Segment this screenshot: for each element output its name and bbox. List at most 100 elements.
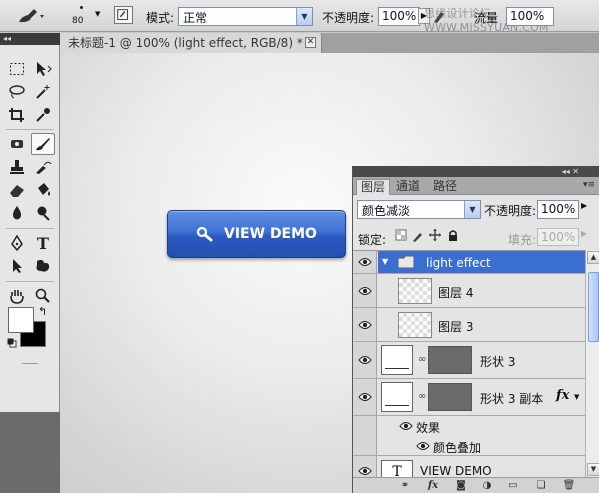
layer-row[interactable]: 图层 3 [353, 308, 585, 342]
eye-icon[interactable] [358, 466, 372, 476]
lock-image-pixels-icon[interactable] [412, 229, 424, 242]
adjustment-layer-icon[interactable]: ◑ [479, 479, 495, 493]
layer-name: 图层 3 [438, 320, 474, 334]
mode-value: 正常 [183, 11, 208, 25]
pen-tool-icon[interactable] [5, 232, 29, 254]
opacity-label: 不透明度: [322, 11, 375, 25]
history-brush-tool-icon[interactable] [31, 156, 55, 178]
default-colors-icon[interactable] [7, 338, 17, 348]
toolbox-collapse[interactable]: ◂◂ [0, 33, 60, 45]
brush-size-value: 80 [72, 16, 84, 26]
chevron-down-icon[interactable]: ▼ [574, 393, 579, 401]
fill-slider-button[interactable]: ▶ [581, 229, 587, 238]
vector-mask-thumbnail [428, 383, 472, 411]
add-mask-icon[interactable]: ◙ [453, 479, 469, 493]
new-group-icon[interactable]: ▭ [505, 479, 521, 493]
effect-name: 颜色叠加 [433, 441, 482, 455]
layer-row[interactable]: ∞ 形状 3 [353, 342, 585, 379]
lock-position-icon[interactable] [429, 229, 441, 242]
scroll-down-icon[interactable]: ▼ [587, 463, 599, 476]
panel-menu-icon[interactable]: ▾≡ [583, 180, 595, 190]
layer-row-body: 图层 3 [378, 308, 585, 341]
crop-tool-icon[interactable] [5, 104, 29, 126]
clone-stamp-tool-icon[interactable] [5, 156, 29, 178]
toggle-brush-panel-icon[interactable] [114, 6, 133, 24]
layer-row[interactable]: ∞ 形状 3 副本 fx ▼ [353, 379, 585, 416]
tool-divider [6, 228, 54, 229]
group-expand-arrow-icon[interactable]: ▼ [382, 257, 388, 266]
eye-icon[interactable] [358, 355, 372, 365]
layer-row-group[interactable]: ▼ light effect [353, 251, 585, 274]
move-tool-icon[interactable] [31, 58, 55, 80]
tab-channels[interactable]: 通道 [392, 179, 424, 195]
brush-tool-icon[interactable] [31, 133, 55, 155]
eye-icon[interactable] [358, 286, 372, 296]
scroll-up-icon[interactable]: ▲ [587, 251, 599, 264]
eye-icon[interactable] [416, 441, 430, 451]
effects-label: 效果 [416, 421, 441, 435]
blend-mode-select[interactable]: 颜色减淡 ▼ [357, 200, 481, 219]
trash-icon[interactable]: 🗑 [561, 479, 577, 493]
tab-layers[interactable]: 图层 [356, 179, 391, 195]
path-selection-tool-icon[interactable] [5, 255, 29, 277]
layer-opacity-input[interactable]: 100% [537, 200, 579, 219]
opacity-slider-button[interactable]: ▶ [581, 201, 587, 210]
mode-label: 模式: [146, 11, 175, 25]
link-layers-icon[interactable]: ⚭ [397, 479, 413, 493]
custom-shape-tool-icon[interactable] [31, 255, 55, 277]
type-tool-icon[interactable]: T [31, 232, 55, 254]
layer-row-text[interactable]: T VIEW DEMO [353, 456, 585, 477]
mode-select[interactable]: 正常 ▼ [178, 7, 313, 26]
panel-collapse-bar[interactable]: ◂◂ ✕ [353, 166, 599, 177]
layer-row-body: ∞ 形状 3 副本 fx ▼ [378, 379, 585, 415]
blend-mode-value: 颜色减淡 [362, 204, 411, 218]
eye-icon[interactable] [358, 392, 372, 402]
brush-tool-preset-icon[interactable] [16, 7, 46, 25]
hand-tool-icon[interactable] [5, 285, 29, 307]
view-demo-button-artwork: VIEW DEMO [167, 210, 346, 258]
tab-paths[interactable]: 路径 [429, 179, 461, 195]
new-layer-icon[interactable]: ❏ [533, 479, 549, 493]
swap-colors-icon[interactable]: ↰ [38, 305, 47, 318]
tool-divider [6, 129, 54, 130]
layer-name: 形状 3 [480, 355, 516, 369]
layer-thumbnail [398, 278, 432, 304]
marquee-tool-icon[interactable] [5, 58, 29, 80]
add-layer-style-icon[interactable]: fx [425, 479, 441, 493]
foreground-color-swatch[interactable] [8, 307, 34, 333]
effect-color-overlay-row[interactable]: 颜色叠加 [353, 436, 585, 456]
blur-tool-icon[interactable] [5, 202, 29, 224]
dodge-tool-icon[interactable] [31, 202, 55, 224]
fill-input[interactable]: 100% [537, 228, 579, 246]
magic-wand-tool-icon[interactable] [31, 81, 55, 103]
brush-preset-picker[interactable]: 80 ▼ [66, 2, 110, 30]
lock-transparent-pixels-icon[interactable] [395, 229, 407, 242]
eyedropper-tool-icon[interactable] [31, 104, 55, 126]
lasso-tool-icon[interactable] [5, 81, 29, 103]
zoom-tool-icon[interactable] [31, 285, 55, 307]
eye-icon[interactable] [358, 257, 372, 267]
healing-brush-tool-icon[interactable] [5, 133, 29, 155]
eye-icon[interactable] [399, 421, 413, 431]
opacity-input[interactable]: 100% [378, 7, 420, 26]
layer-list: ▼ light effect 图层 4 图层 3 ∞ 形状 3 ∞ 形状 3 副… [353, 250, 585, 477]
close-icon[interactable]: ✕ [305, 37, 316, 48]
scrollbar-thumb[interactable] [588, 272, 599, 342]
flow-input[interactable]: 100% [506, 7, 554, 26]
layer-row[interactable]: 图层 4 [353, 274, 585, 308]
layer-row-body: 图层 4 [378, 274, 585, 307]
layers-scrollbar[interactable]: ▲ ▼ [585, 250, 599, 477]
lock-label: 锁定: [358, 233, 387, 247]
layer-opacity-label: 不透明度: [484, 204, 537, 218]
effects-row[interactable]: 效果 [353, 416, 585, 436]
layer-row-body: ▼ light effect [378, 251, 585, 273]
fx-icon[interactable]: fx [556, 388, 569, 403]
tool-divider [6, 281, 54, 282]
eraser-tool-icon[interactable] [5, 179, 29, 201]
paint-bucket-tool-icon[interactable] [31, 179, 55, 201]
document-tab[interactable]: 未标题-1 @ 100% (light effect, RGB/8) * ✕ [60, 33, 322, 53]
folder-icon [398, 256, 414, 268]
eye-icon[interactable] [358, 320, 372, 330]
lock-all-icon[interactable] [447, 229, 459, 242]
search-icon [196, 226, 213, 242]
